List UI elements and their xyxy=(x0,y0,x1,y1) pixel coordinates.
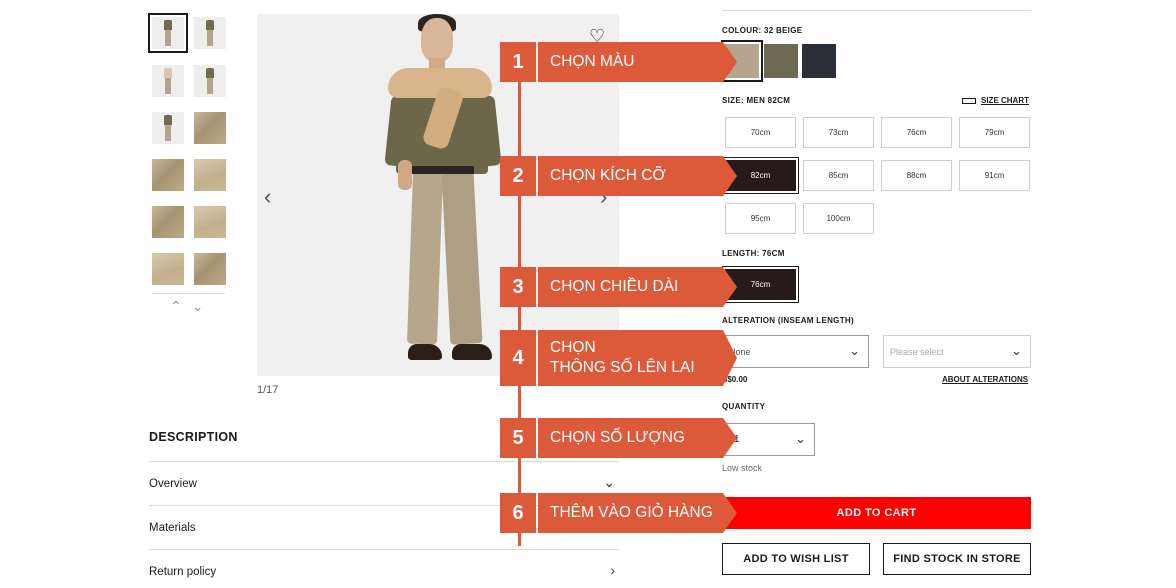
divider xyxy=(722,10,1031,11)
image-counter: 1/17 xyxy=(257,384,279,396)
step-5-callout: 5 CHỌN SỐ LƯỢNG xyxy=(500,418,737,458)
thumbnail-2[interactable] xyxy=(194,17,226,49)
thumbnail-7[interactable] xyxy=(152,159,184,191)
thumbnail-12[interactable] xyxy=(194,253,226,285)
step-number: 3 xyxy=(500,267,536,307)
step-text: CHỌN MÀU xyxy=(550,53,635,70)
description-row-return-policy[interactable]: Return policy › xyxy=(149,549,619,588)
step-text: CHỌN CHIỀU DÀI xyxy=(550,278,679,295)
size-option[interactable]: 91cm xyxy=(959,160,1030,191)
description-row-label: Overview xyxy=(149,478,197,490)
thumbnail-divider xyxy=(152,293,225,294)
thumbnail-8[interactable] xyxy=(194,159,226,191)
add-to-wish-list-button[interactable]: ADD TO WISH LIST xyxy=(722,543,870,575)
colour-swatch-navy[interactable] xyxy=(802,44,836,78)
step-6-callout: 6 THÊM VÀO GIỎ HÀNG xyxy=(500,493,737,533)
size-option[interactable]: 70cm xyxy=(725,117,796,148)
size-option[interactable]: 88cm xyxy=(881,160,952,191)
colour-swatch-olive[interactable] xyxy=(764,44,798,78)
thumbnail-scroll-controls[interactable]: ⌃⌄ xyxy=(170,298,213,315)
step-text: CHỌN SỐ LƯỢNG xyxy=(550,429,686,446)
find-stock-in-store-button[interactable]: FIND STOCK IN STORE xyxy=(883,543,1031,575)
add-to-cart-button[interactable]: ADD TO CART xyxy=(722,497,1031,529)
thumbnail-9[interactable] xyxy=(152,206,184,238)
step-number: 1 xyxy=(500,42,536,82)
step-text: CHỌN THÔNG SỐ LÊN LAI xyxy=(550,339,695,376)
model-head xyxy=(421,18,453,62)
chevron-down-icon: ⌄ xyxy=(603,474,615,490)
description-row-label: Return policy xyxy=(149,566,217,578)
about-alterations-link[interactable]: ABOUT ALTERATIONS xyxy=(942,375,1028,384)
size-option[interactable]: 95cm xyxy=(725,203,796,234)
alteration-detail-select[interactable]: Please select ⌄ xyxy=(883,335,1031,368)
step-number: 2 xyxy=(500,156,536,196)
length-label: LENGTH: 76CM xyxy=(722,249,785,258)
thumbnail-3[interactable] xyxy=(152,65,184,97)
size-option[interactable]: 79cm xyxy=(959,117,1030,148)
model-trousers xyxy=(407,171,443,345)
chevron-down-icon: ⌄ xyxy=(795,431,806,446)
ruler-icon xyxy=(962,97,976,104)
quantity-label: QUANTITY xyxy=(722,402,766,411)
step-4-callout: 4 CHỌN THÔNG SỐ LÊN LAI xyxy=(500,330,737,386)
description-title: DESCRIPTION xyxy=(149,430,238,444)
chevron-right-icon: › xyxy=(610,562,615,578)
thumbnail-6[interactable] xyxy=(194,112,226,144)
description-row-label: Materials xyxy=(149,522,196,534)
step-text: CHỌN KÍCH CỠ xyxy=(550,167,666,184)
chevron-up-icon[interactable]: ⌃ xyxy=(170,298,192,314)
chevron-down-icon: ⌄ xyxy=(849,343,860,358)
size-option[interactable]: 85cm xyxy=(803,160,874,191)
thumbnail-5[interactable] xyxy=(152,112,184,144)
chevron-down-icon[interactable]: ⌄ xyxy=(192,298,214,314)
step-number: 6 xyxy=(500,493,536,533)
size-label: SIZE: MEN 82CM xyxy=(722,96,791,105)
model-shoe xyxy=(408,344,442,360)
alteration-select[interactable]: None ⌄ xyxy=(722,335,869,368)
step-number: 5 xyxy=(500,418,536,458)
thumbnail-11[interactable] xyxy=(152,253,184,285)
step-1-callout: 1 CHỌN MÀU xyxy=(500,42,737,82)
thumbnail-1[interactable] xyxy=(148,13,188,53)
colour-label: COLOUR: 32 BEIGE xyxy=(722,26,803,35)
chevron-down-icon: ⌄ xyxy=(1011,343,1022,358)
alteration-detail-placeholder: Please select xyxy=(890,347,944,357)
model-belt xyxy=(412,166,474,174)
step-text: THÊM VÀO GIỎ HÀNG xyxy=(550,504,713,521)
step-2-callout: 2 CHỌN KÍCH CỠ xyxy=(500,156,737,196)
size-option[interactable]: 73cm xyxy=(803,117,874,148)
alteration-label: ALTERATION (INSEAM LENGTH) xyxy=(722,316,854,325)
steps-connector-line xyxy=(518,68,521,546)
size-option[interactable]: 76cm xyxy=(881,117,952,148)
prev-image-arrow-icon[interactable]: ‹ xyxy=(264,184,271,210)
stock-status: Low stock xyxy=(722,463,763,473)
step-3-callout: 3 CHỌN CHIỀU DÀI xyxy=(500,267,737,307)
size-chart-link[interactable]: SIZE CHART xyxy=(962,96,1029,105)
size-option[interactable]: 100cm xyxy=(803,203,874,234)
thumbnail-4[interactable] xyxy=(194,65,226,97)
thumbnail-10[interactable] xyxy=(194,206,226,238)
step-number: 4 xyxy=(500,330,536,386)
